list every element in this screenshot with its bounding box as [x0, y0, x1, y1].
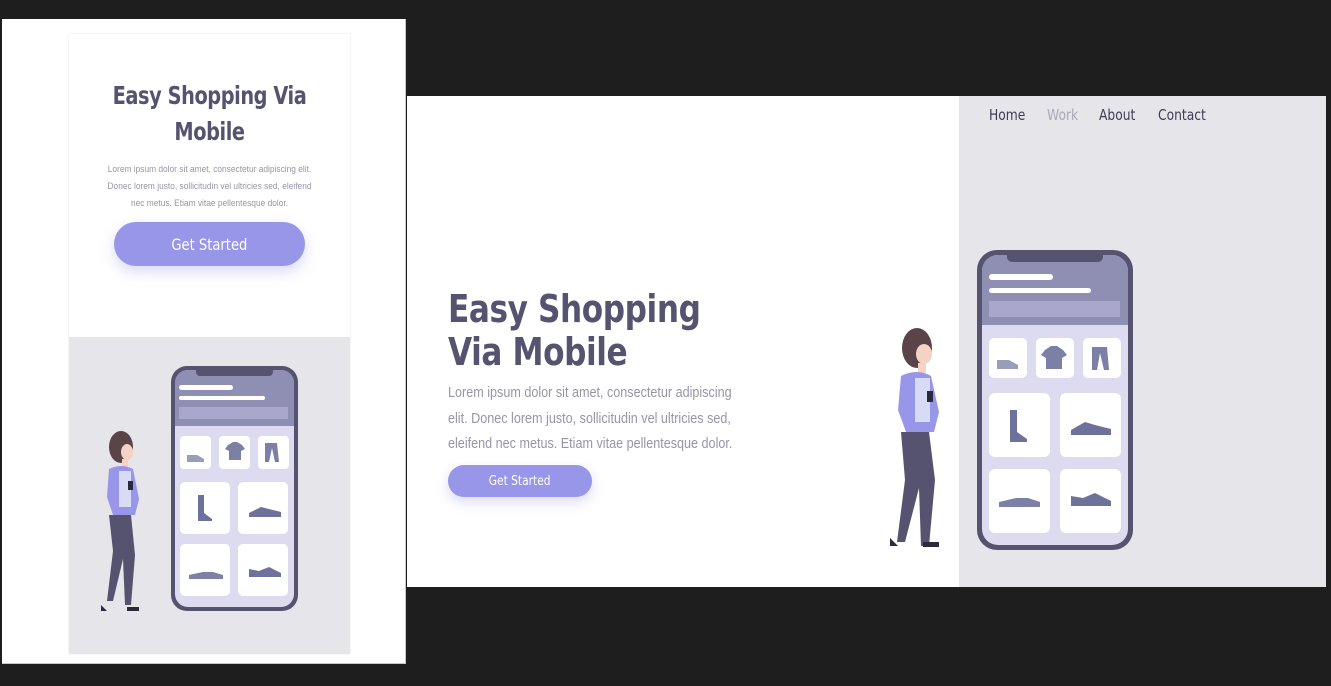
nav-item-work[interactable]: Work	[1047, 106, 1078, 124]
mobile-illustration-panel	[69, 337, 350, 654]
mobile-hero: Easy Shopping Via Mobile Lorem ipsum dol…	[69, 34, 350, 337]
nav-item-about[interactable]: About	[1099, 106, 1135, 124]
mobile-page: Easy Shopping Via Mobile Lorem ipsum dol…	[69, 34, 350, 654]
main-navigation: Home Work About Contact	[989, 106, 1208, 124]
shopping-illustration	[101, 366, 298, 611]
hero-title: Easy Shopping Via Mobile	[448, 288, 710, 374]
mobile-get-started-label: Get Started	[171, 234, 248, 254]
mobile-preview: Easy Shopping Via Mobile Lorem ipsum dol…	[2, 19, 406, 664]
woman-figure-illustration	[101, 431, 139, 611]
hero-description: Lorem ipsum dolor sit amet, consectetur …	[448, 384, 733, 452]
mobile-hero-description: Lorem ipsum dolor sit amet, consectetur …	[107, 164, 312, 209]
get-started-button[interactable]: Get Started	[448, 465, 592, 497]
nav-item-contact[interactable]: Contact	[1158, 106, 1206, 124]
desktop-phone-illustration	[977, 250, 1133, 550]
mobile-get-started-button[interactable]: Get Started	[114, 222, 305, 266]
desktop-shopping-illustration	[890, 250, 1133, 550]
phone-illustration	[171, 366, 298, 611]
hero-title-line2: Via Mobile	[448, 330, 628, 374]
mobile-hero-title: Easy Shopping Via Mobile	[112, 81, 307, 146]
nav-item-home[interactable]: Home	[989, 106, 1025, 124]
hero-title-line1: Easy Shopping	[448, 287, 701, 331]
desktop-preview: Home Work About Contact Easy Shopping Vi…	[407, 96, 1326, 587]
get-started-label: Get Started	[489, 473, 551, 489]
desktop-woman-figure-illustration	[890, 328, 939, 547]
